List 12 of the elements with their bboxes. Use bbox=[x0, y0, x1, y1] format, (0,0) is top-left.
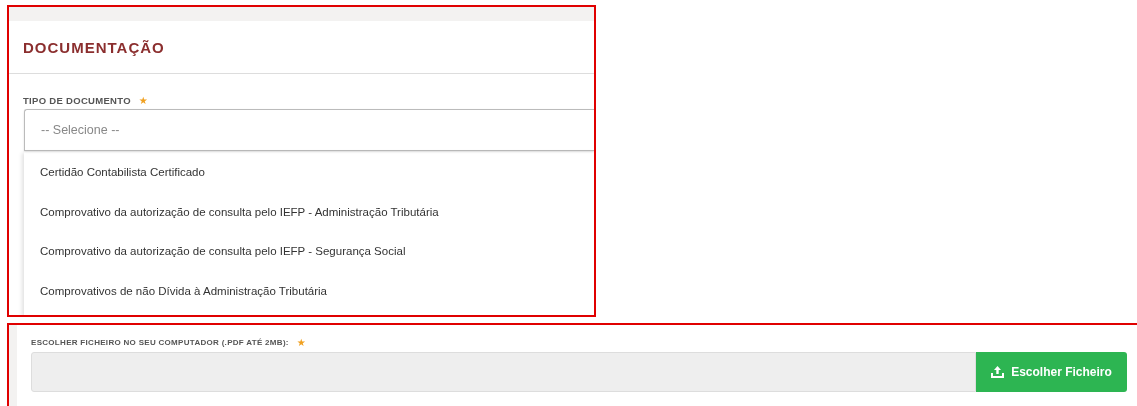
dropdown-option[interactable]: Comprovativos de não Dívida à Administração Tributária bbox=[24, 275, 594, 315]
required-mark: ★ bbox=[138, 95, 148, 106]
section-title: DOCUMENTAÇÃO bbox=[23, 39, 165, 56]
select-field[interactable]: -- Selecione -- bbox=[24, 109, 594, 151]
dropdown-option[interactable]: Certidão Contabilista Certificado bbox=[24, 157, 594, 197]
required-mark: ★ bbox=[296, 337, 306, 348]
dropdown-option[interactable]: Comprovativo da autorização de consulta pelo IEFP - Segurança Social bbox=[24, 236, 594, 276]
dropdown-option[interactable]: Comprovativo da autorização de consulta pelo IEFP - Administração Tributária bbox=[24, 196, 594, 236]
field-label: ESCOLHER FICHEIRO NO SEU COMPUTADOR (.PDF ATÉ 2MB): bbox=[31, 338, 289, 347]
file-field[interactable] bbox=[31, 352, 976, 392]
field-label: TIPO DE DOCUMENTO bbox=[23, 95, 131, 106]
upload-icon bbox=[991, 366, 1005, 378]
